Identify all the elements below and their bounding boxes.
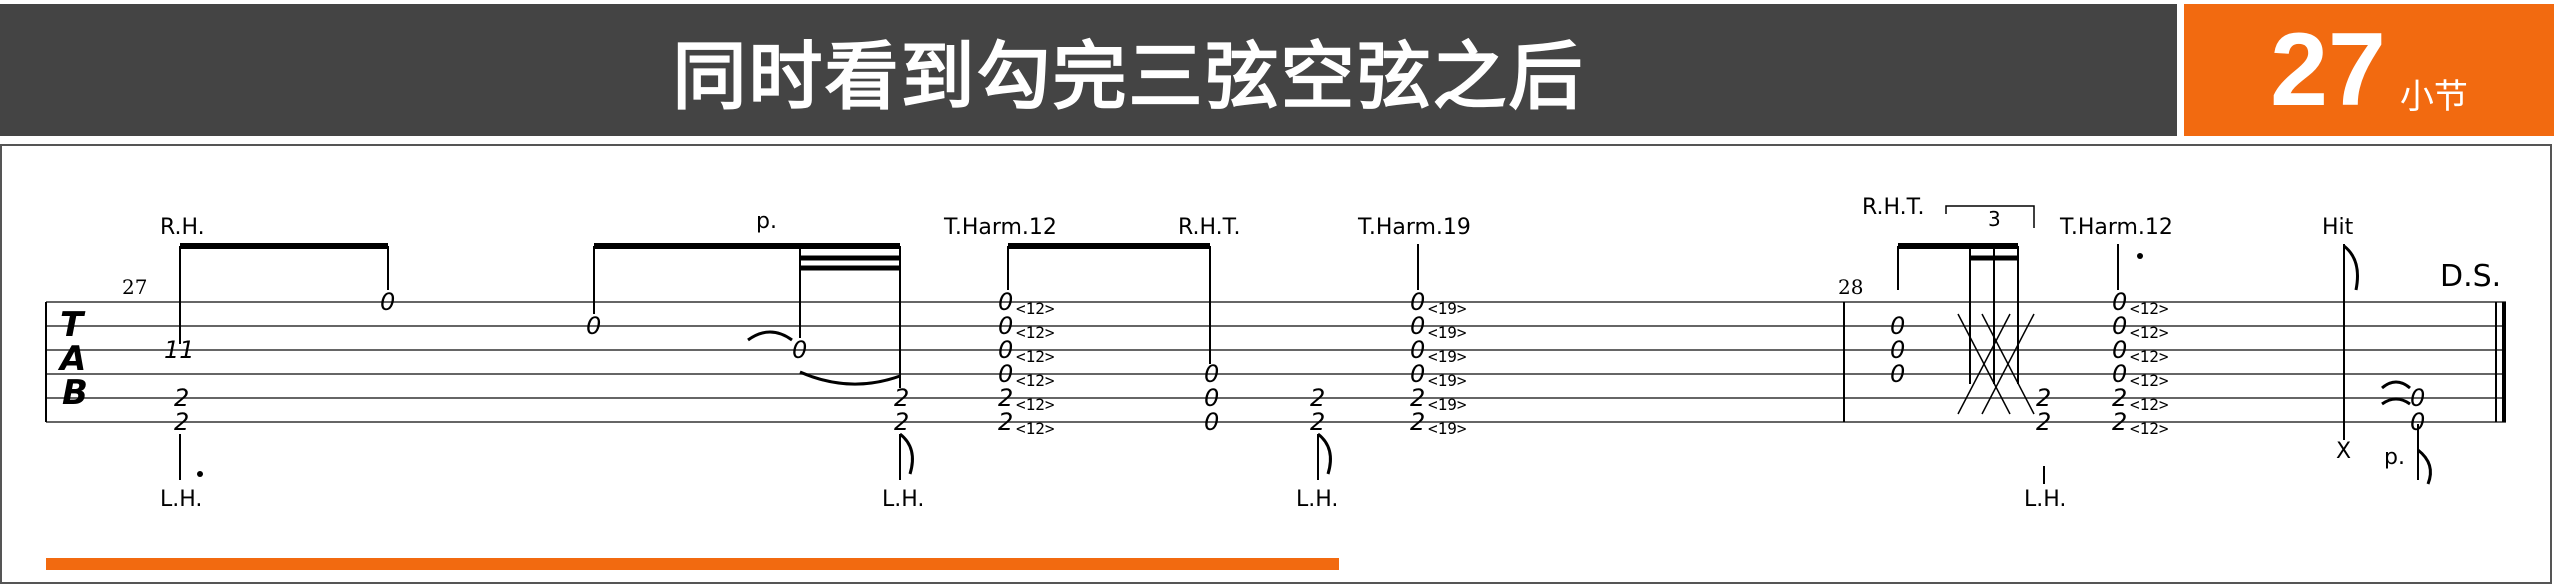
harmonic-mark: <12> — [2130, 323, 2169, 342]
harmonic-mark: <12> — [2130, 371, 2169, 390]
tharm12-label-a: T.Harm.12 — [943, 215, 1057, 240]
p-label-1: p. — [756, 209, 777, 234]
fret: 2 — [1410, 408, 1425, 436]
p-label-2: p. — [2384, 445, 2405, 470]
harmonic-mark: <19> — [1428, 299, 1467, 318]
measure-indicator: 27 小节 — [2184, 4, 2554, 136]
page-title: 同时看到勾完三弦空弦之后 — [672, 33, 1585, 120]
measure-number-28: 28 — [1838, 275, 1863, 299]
measure-number: 27 — [2270, 12, 2386, 128]
harmonic-mark: <12> — [1016, 299, 1055, 318]
beams-stems — [179, 205, 2432, 485]
lh-label-4: L.H. — [2024, 487, 2066, 512]
tab-clef-b: B — [62, 373, 88, 413]
lh-label-3: L.H. — [1296, 487, 1338, 512]
harmonic-mark: <12> — [1016, 371, 1055, 390]
harmonic-mark: <12> — [1016, 395, 1055, 414]
fret: 0 — [586, 312, 601, 340]
fret: 0 — [380, 288, 395, 316]
tab-staff: T A B 27 28 D.S. R.H. p. T.Harm.12 R.H.T… — [45, 195, 2506, 512]
fret-numbers: 11 2 2 0 0 0 2 2 0 0 0 0 2 2 0 0 0 2 2 0… — [164, 288, 2425, 436]
fret: 0 — [1204, 408, 1219, 436]
triplet-number: 3 — [1988, 207, 2001, 231]
fret: 2 — [998, 408, 1013, 436]
fret: 0 — [1890, 360, 1905, 388]
measure-unit: 小节 — [2399, 77, 2468, 117]
harmonic-mark: <12> — [1016, 347, 1055, 366]
rh-label: R.H. — [160, 215, 205, 240]
fret: 2 — [2112, 408, 2127, 436]
harmonic-mark: <19> — [1428, 347, 1467, 366]
rht-label-1: R.H.T. — [1178, 215, 1240, 240]
harmonic-markers: <12> <12> <12> <12> <12> <12> <19> <19> … — [1016, 299, 2169, 438]
fret: 2 — [1310, 408, 1325, 436]
rht-label-2: R.H.T. — [1862, 195, 1924, 220]
tharm12-label-b: T.Harm.12 — [2059, 215, 2173, 240]
harmonic-mark: <12> — [2130, 299, 2169, 318]
harmonic-mark: <19> — [1428, 395, 1467, 414]
harmonic-mark: <12> — [2130, 347, 2169, 366]
harmonic-mark: <12> — [2130, 419, 2169, 438]
harmonic-mark: <12> — [1016, 323, 1055, 342]
lh-label-2: L.H. — [882, 487, 924, 512]
lower-annotations: L.H. L.H. L.H. L.H. X p. — [160, 439, 2405, 512]
harmonic-mark: <19> — [1428, 323, 1467, 342]
fret: 0 — [2410, 408, 2425, 436]
fret: 0 — [792, 336, 807, 364]
x-mark: X — [2336, 439, 2351, 464]
fret: 2 — [174, 408, 189, 436]
fret: 2 — [894, 408, 909, 436]
lh-label-1: L.H. — [160, 487, 202, 512]
tharm19-label: T.Harm.19 — [1357, 215, 1471, 240]
harmonic-mark: <12> — [2130, 395, 2169, 414]
playback-progress[interactable] — [46, 558, 1842, 570]
fret: 2 — [2036, 408, 2051, 436]
measure-number-27: 27 — [122, 275, 147, 299]
hit-label: Hit — [2322, 215, 2354, 240]
playback-progress-fill — [46, 558, 1340, 570]
harmonic-mark: <19> — [1428, 419, 1467, 438]
ds-label: D.S. — [2440, 259, 2501, 294]
fret: 11 — [164, 336, 195, 364]
title-bar: 同时看到勾完三弦空弦之后 — [0, 4, 2177, 136]
harmonic-mark: <19> — [1428, 371, 1467, 390]
harmonic-mark: <12> — [1016, 419, 1055, 438]
annotations: R.H. p. T.Harm.12 R.H.T. T.Harm.19 R.H.T… — [160, 195, 2354, 240]
